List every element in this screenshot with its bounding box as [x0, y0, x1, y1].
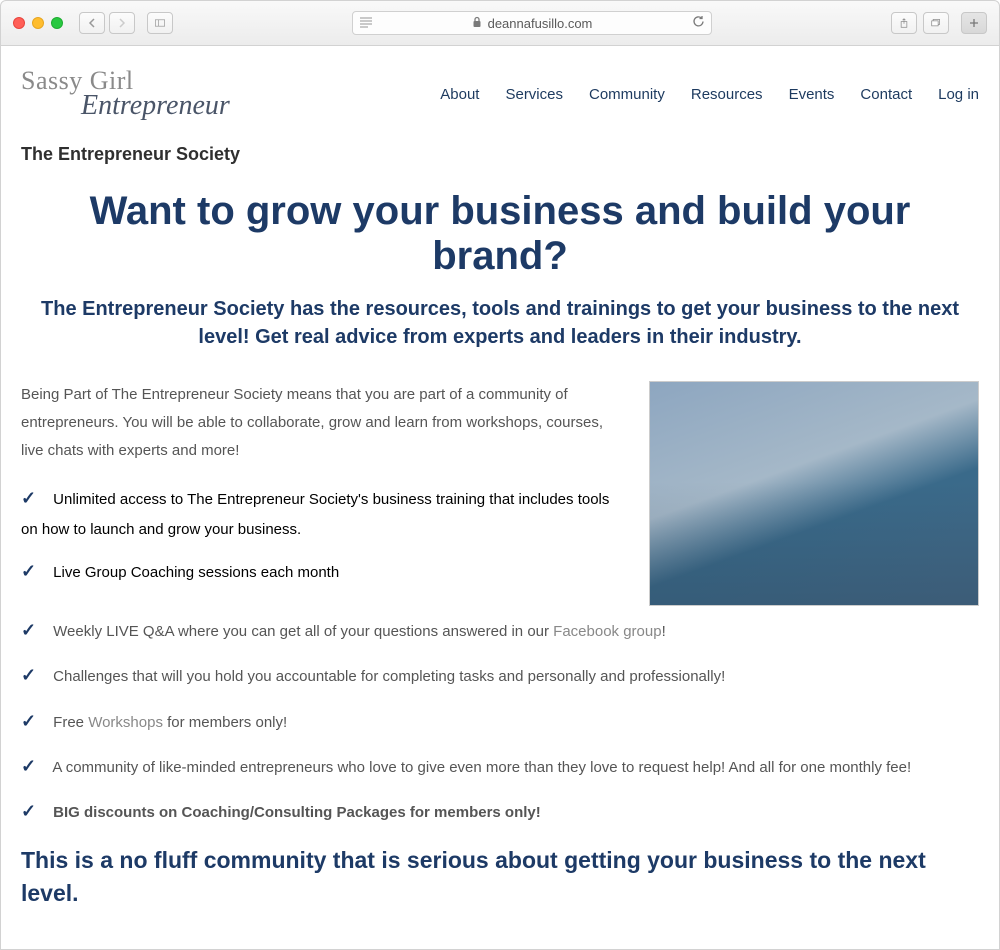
reload-icon[interactable]	[692, 15, 705, 31]
browser-toolbar: deannafusillo.com	[0, 0, 1000, 46]
check-list-continued: ✓ Weekly LIVE Q&A where you can get all …	[21, 614, 979, 828]
nav-community[interactable]: Community	[589, 86, 665, 103]
check-icon: ✓	[21, 482, 49, 515]
site-header: Sassy Girl Entrepreneur About Services C…	[21, 46, 979, 132]
address-bar[interactable]: deannafusillo.com	[352, 11, 712, 35]
check-text-pre: Free	[53, 714, 88, 731]
check-icon: ✓	[21, 795, 49, 828]
traffic-lights	[13, 17, 63, 29]
content-row: Being Part of The Entrepreneur Society m…	[21, 381, 979, 606]
check-text: Challenges that will you hold you accoun…	[53, 668, 725, 685]
workshops-link[interactable]: Workshops	[88, 714, 163, 731]
intro-paragraph: Being Part of The Entrepreneur Society m…	[21, 381, 625, 464]
check-text: BIG discounts on Coaching/Consulting Pac…	[53, 804, 541, 821]
zoom-window-button[interactable]	[51, 17, 63, 29]
check-item-2: ✓ Live Group Coaching sessions each mont…	[21, 555, 625, 588]
content-left: Being Part of The Entrepreneur Society m…	[21, 381, 625, 606]
site-logo[interactable]: Sassy Girl Entrepreneur	[21, 66, 230, 122]
main-nav: About Services Community Resources Event…	[440, 86, 979, 103]
tabs-icon	[931, 18, 941, 28]
page-title: The Entrepreneur Society	[21, 144, 979, 165]
nav-login[interactable]: Log in	[938, 86, 979, 103]
nav-contact[interactable]: Contact	[860, 86, 912, 103]
page-content: Sassy Girl Entrepreneur About Services C…	[0, 46, 1000, 950]
sidebar-icon	[155, 18, 165, 28]
share-button[interactable]	[891, 12, 917, 34]
address-bar-wrap: deannafusillo.com	[181, 11, 883, 35]
nav-resources[interactable]: Resources	[691, 86, 763, 103]
plus-icon	[969, 18, 979, 28]
chevron-right-icon	[117, 18, 127, 28]
check-item-1: ✓ Unlimited access to The Entrepreneur S…	[21, 482, 625, 543]
check-item-5: ✓ Free Workshops for members only!	[21, 705, 979, 738]
check-text-post: for members only!	[163, 714, 287, 731]
nav-services[interactable]: Services	[505, 86, 563, 103]
reader-icon	[359, 16, 373, 31]
group-photo	[649, 381, 979, 606]
check-text: Unlimited access to The Entrepreneur Soc…	[21, 491, 609, 537]
hero-subheadline: The Entrepreneur Society has the resourc…	[41, 295, 959, 351]
tabs-button[interactable]	[923, 12, 949, 34]
close-window-button[interactable]	[13, 17, 25, 29]
forward-button[interactable]	[109, 12, 135, 34]
toolbar-right-group	[891, 12, 949, 34]
sidebar-toggle-button[interactable]	[147, 12, 173, 34]
check-item-7: ✓ BIG discounts on Coaching/Consulting P…	[21, 795, 979, 828]
hero-headline: Want to grow your business and build you…	[21, 189, 979, 279]
chevron-left-icon	[87, 18, 97, 28]
check-icon: ✓	[21, 750, 49, 783]
facebook-group-link[interactable]: Facebook group	[553, 623, 661, 640]
nav-button-group	[79, 12, 135, 34]
check-text: Live Group Coaching sessions each month	[53, 564, 339, 581]
check-icon: ✓	[21, 555, 49, 588]
lock-icon	[472, 16, 482, 31]
check-icon: ✓	[21, 705, 49, 738]
check-text-pre: Weekly LIVE Q&A where you can get all of…	[53, 623, 553, 640]
back-button[interactable]	[79, 12, 105, 34]
check-text-post: !	[662, 623, 666, 640]
minimize-window-button[interactable]	[32, 17, 44, 29]
check-icon: ✓	[21, 659, 49, 692]
check-item-4: ✓ Challenges that will you hold you acco…	[21, 659, 979, 692]
share-icon	[899, 18, 909, 28]
check-icon: ✓	[21, 614, 49, 647]
content-right	[649, 381, 979, 606]
check-text: A community of like-minded entrepreneurs…	[52, 759, 911, 776]
nav-about[interactable]: About	[440, 86, 479, 103]
check-item-6: ✓ A community of like-minded entrepreneu…	[21, 750, 979, 783]
logo-line2: Entrepreneur	[81, 90, 230, 122]
check-item-3: ✓ Weekly LIVE Q&A where you can get all …	[21, 614, 979, 647]
closing-headline: This is a no fluff community that is ser…	[21, 844, 979, 908]
nav-events[interactable]: Events	[789, 86, 835, 103]
new-tab-button[interactable]	[961, 12, 987, 34]
url-host: deannafusillo.com	[488, 16, 593, 31]
